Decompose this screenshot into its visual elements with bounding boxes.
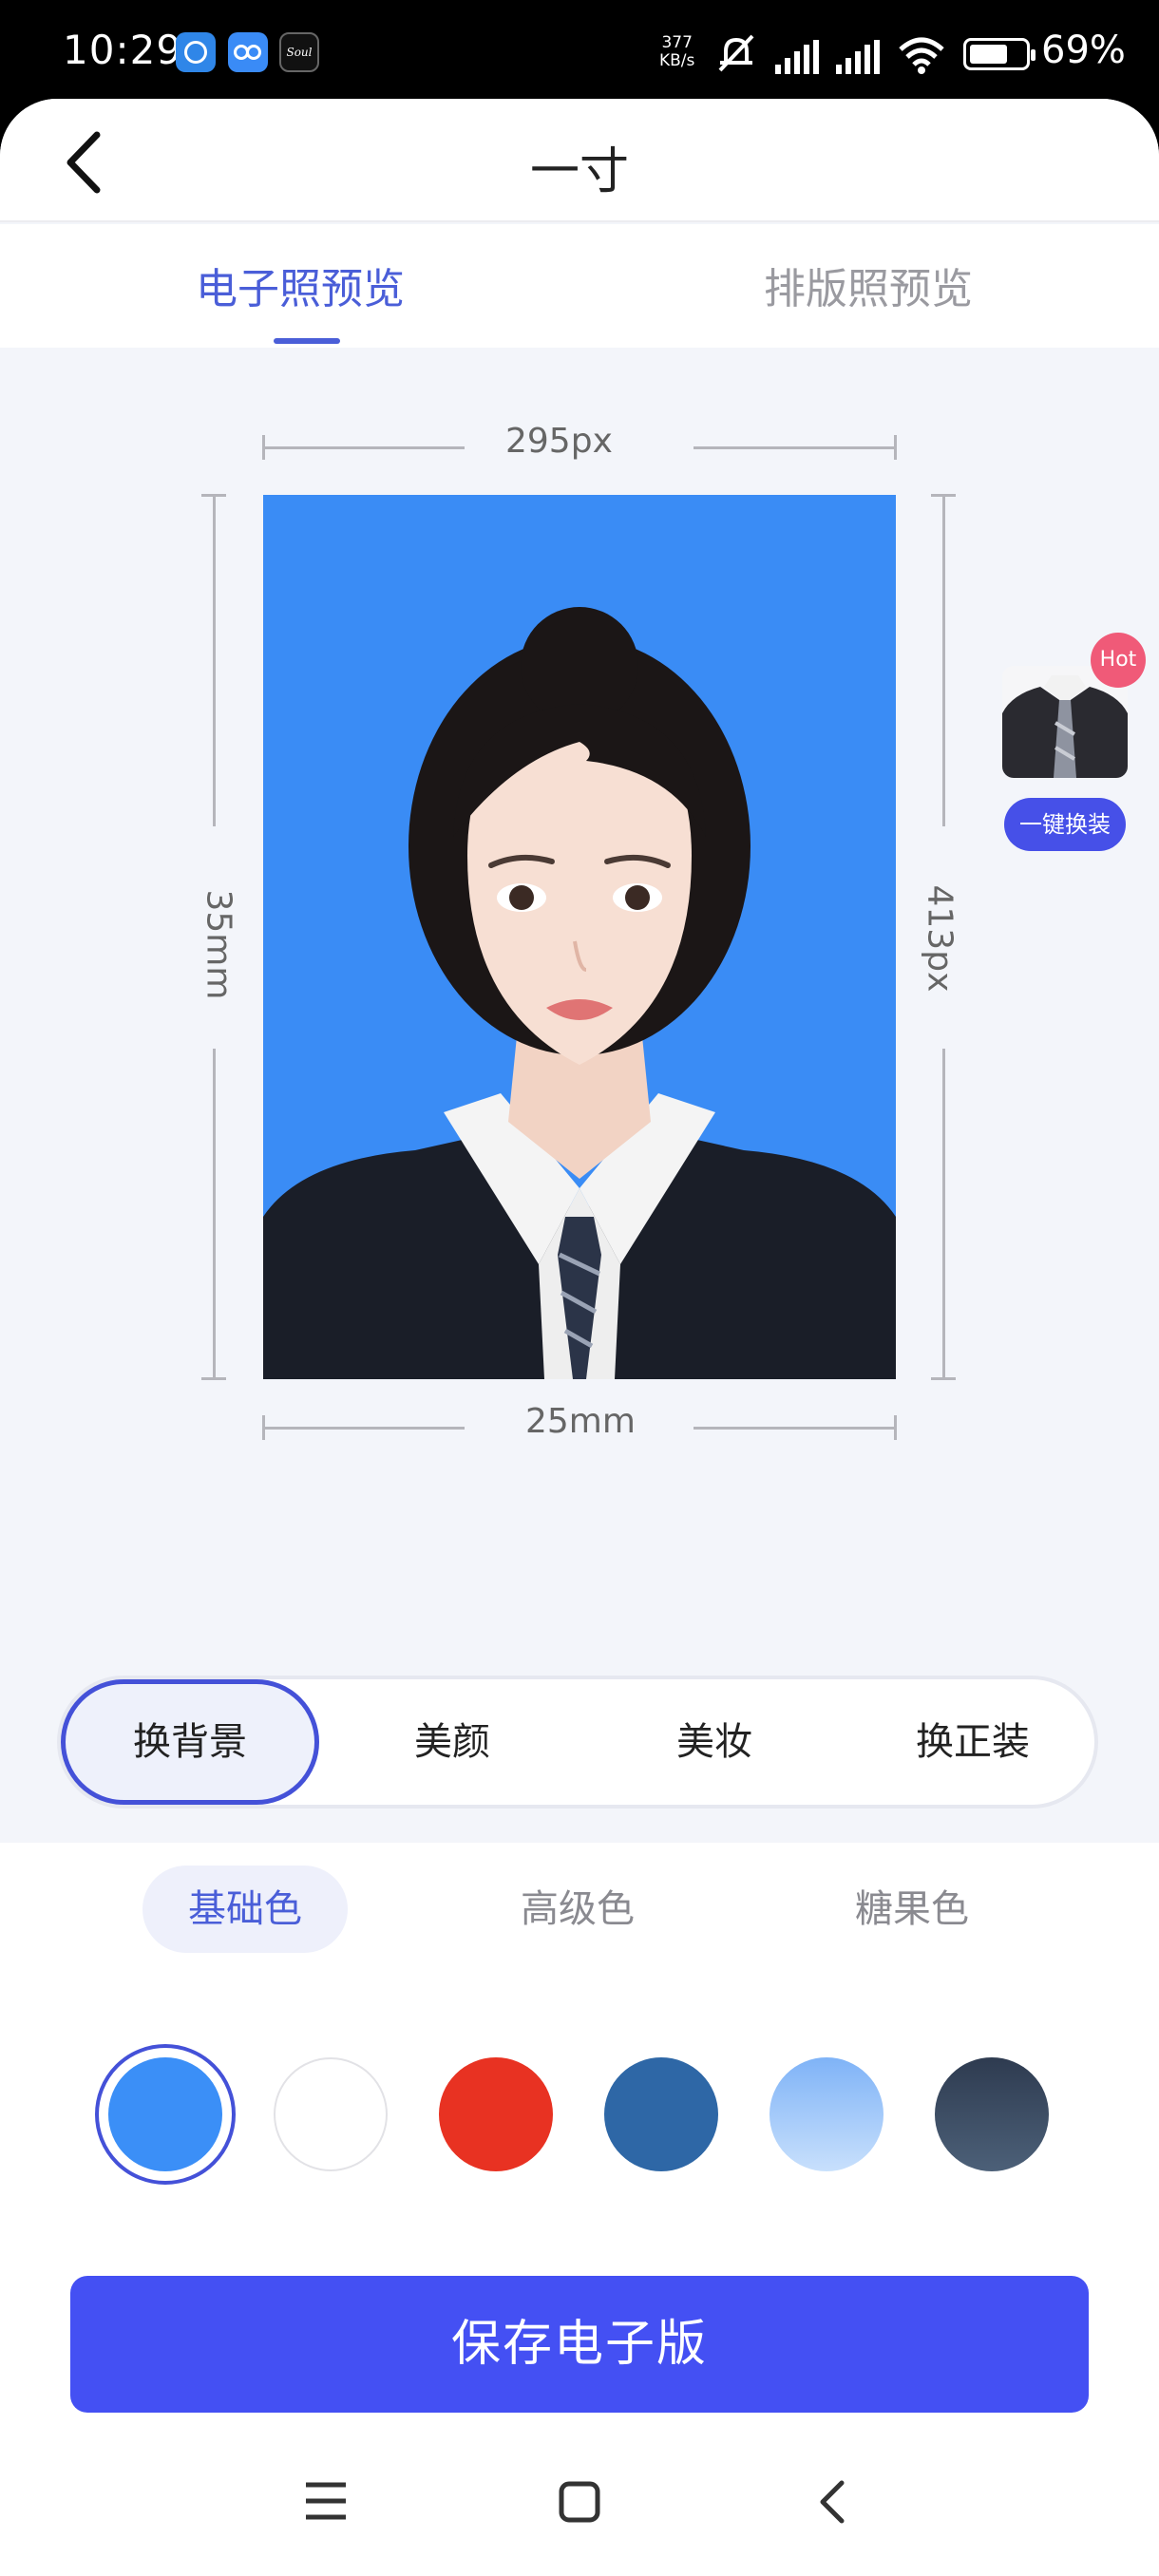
tab-layout-preview[interactable]: 排版照预览 [764, 255, 973, 315]
hot-badge: Hot [1091, 633, 1146, 688]
dimension-line-top-right [694, 446, 896, 449]
system-nav-bar [0, 2432, 1159, 2576]
swatch-white[interactable] [274, 2057, 388, 2171]
soul-app-icon: Soul [279, 32, 319, 72]
browser-app-icon [176, 32, 216, 72]
dimension-tick [931, 494, 956, 497]
dimension-line-bottom-right [694, 1427, 896, 1430]
wifi-icon [899, 37, 944, 74]
segment-beauty[interactable]: 美颜 [329, 1679, 576, 1805]
screen: 一寸 电子照预览 排版照预览 295px 35mm 413px 25mm Hot… [0, 99, 1159, 2576]
save-electronic-button[interactable]: 保存电子版 [70, 2276, 1089, 2413]
network-speed-unit: KB/s [659, 51, 695, 70]
dimension-tick [262, 1415, 265, 1440]
status-bar: 10:29 Soul 377 KB/s 69% [0, 0, 1159, 104]
segment-change-background[interactable]: 换背景 [61, 1679, 319, 1805]
dimension-line-bottom-left [263, 1427, 465, 1430]
home-icon[interactable] [559, 2481, 600, 2523]
dimension-line-right-top [942, 496, 945, 826]
dimension-tick [201, 1377, 226, 1380]
header: 一寸 [0, 99, 1159, 222]
dimension-tick [894, 435, 897, 460]
page-title: 一寸 [529, 143, 629, 200]
width-px-label: 295px [505, 422, 613, 461]
oneclick-outfit-button[interactable]: 一键换装 [1004, 798, 1126, 851]
dimension-tick [262, 435, 265, 460]
width-mm-label: 25mm [525, 1402, 636, 1441]
battery-percent: 69% [1041, 28, 1126, 72]
battery-icon [963, 38, 1036, 70]
network-speed: 377 KB/s [659, 34, 694, 70]
portrait-illustration [263, 607, 896, 1379]
segment-change-formalwear[interactable]: 换正装 [849, 1679, 1096, 1805]
signal-hd-icon [836, 40, 880, 74]
status-icons [714, 32, 946, 74]
dimension-tick [201, 494, 226, 497]
active-tab-indicator [274, 338, 340, 344]
height-px-label: 413px [920, 884, 960, 993]
edit-mode-segment: 换背景 美颜 美妆 换正装 [57, 1676, 1098, 1809]
segment-makeup[interactable]: 美妆 [591, 1679, 838, 1805]
swatch-dark-blue[interactable] [604, 2057, 718, 2171]
dimension-tick [931, 1377, 956, 1380]
swatch-red[interactable] [439, 2057, 553, 2171]
height-mm-label: 35mm [199, 889, 238, 1000]
battery-fill [970, 45, 1007, 64]
dimension-line-left-bottom [213, 1049, 216, 1379]
cloud-app-icon [228, 32, 268, 72]
signal-icon [775, 40, 819, 74]
dimension-line-right-bottom [942, 1049, 945, 1379]
status-time: 10:29 [63, 27, 183, 73]
dimension-line-left-top [213, 496, 216, 826]
back-icon[interactable] [815, 2479, 847, 2525]
mute-bell-icon [718, 34, 754, 72]
swatch-light-blue-gradient[interactable] [770, 2057, 884, 2171]
menu-icon[interactable] [304, 2481, 348, 2521]
tab-premium-colors[interactable]: 高级色 [475, 1866, 680, 1953]
swatch-blue[interactable] [108, 2057, 222, 2171]
preview-tabs: 电子照预览 排版照预览 [0, 224, 1159, 348]
tab-candy-colors[interactable]: 糖果色 [809, 1866, 1015, 1953]
tab-electronic-preview[interactable]: 电子照预览 [196, 255, 405, 315]
dimension-line-top-left [263, 446, 465, 449]
tab-basic-colors[interactable]: 基础色 [142, 1866, 348, 1953]
network-speed-value: 377 [661, 33, 693, 52]
id-photo-preview [263, 495, 896, 1379]
dimension-tick [894, 1415, 897, 1440]
swatch-dark-slate-gradient[interactable] [935, 2057, 1049, 2171]
